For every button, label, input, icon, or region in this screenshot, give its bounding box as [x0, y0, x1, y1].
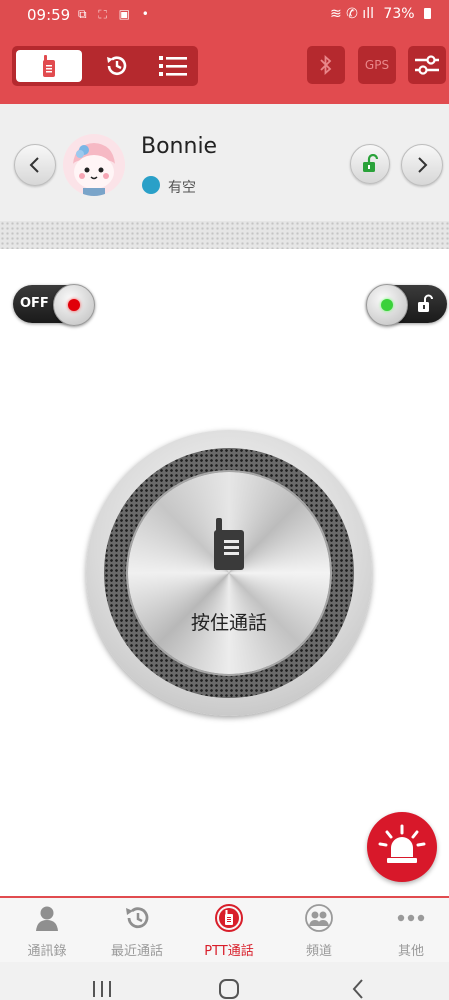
ptt-button-face[interactable]: 按住通話 — [128, 472, 330, 674]
ptt-talk-button[interactable]: 按住通話 — [86, 430, 372, 716]
nav-channel[interactable]: 頻道 — [274, 902, 364, 960]
settings-button[interactable] — [408, 46, 446, 84]
home-icon[interactable] — [218, 978, 240, 1000]
history-icon — [107, 56, 127, 75]
recent-apps-icon[interactable] — [90, 979, 114, 999]
nav-label: 最近通話 — [110, 944, 163, 959]
contact-header: Bonnie 有空 — [0, 104, 449, 221]
next-contact-button[interactable] — [401, 144, 443, 186]
sliders-icon — [415, 55, 439, 75]
gps-label: GPS — [364, 58, 390, 72]
ptt-icon — [215, 904, 243, 932]
nav-ptt[interactable]: PTT通話 — [184, 902, 274, 960]
status-indicator — [142, 176, 160, 194]
list-tab[interactable] — [146, 50, 200, 82]
status-time: 09:59 — [27, 6, 71, 24]
nav-label: 通訊錄 — [27, 944, 67, 959]
mic-toggle-off[interactable]: OFF — [13, 284, 95, 326]
mode-segmented-control — [12, 46, 198, 86]
history-tab[interactable] — [90, 50, 144, 82]
ptt-label: 按住通話 — [190, 612, 267, 634]
toggle-off-label: OFF — [20, 296, 49, 311]
walkie-talkie-icon — [43, 55, 55, 77]
toggle-knob — [53, 284, 95, 326]
alarm-siren-icon — [378, 824, 426, 863]
avatar-image — [63, 134, 125, 196]
bottom-navigation: 通訊錄 最近通話 PTT通話 頻道 其他 — [0, 896, 449, 964]
unlock-icon — [418, 294, 433, 312]
emergency-alarm-button[interactable] — [367, 812, 437, 882]
walkie-talkie-icon — [214, 518, 244, 570]
bluetooth-button[interactable] — [307, 46, 345, 84]
system-navigation-bar — [0, 962, 449, 1000]
ptt-tab[interactable] — [16, 50, 82, 82]
nav-label: 頻道 — [305, 944, 332, 959]
contact-name: Bonnie — [141, 134, 218, 159]
notification-icons: ⧉ ⛶ ▣ • — [78, 7, 153, 21]
toggle-knob — [366, 284, 408, 326]
list-icon — [159, 56, 187, 76]
status-right: ≋ ✆ ıll 73% — [325, 6, 431, 22]
chevron-left-icon — [29, 157, 39, 173]
avatar — [63, 134, 125, 196]
nav-contacts[interactable]: 通訊錄 — [2, 902, 92, 960]
previous-contact-button[interactable] — [14, 144, 56, 186]
battery-icon — [424, 8, 431, 19]
more-icon — [397, 914, 425, 922]
nav-recent-calls[interactable]: 最近通話 — [92, 902, 182, 960]
contact-status: 有空 — [168, 180, 196, 196]
nav-more[interactable]: 其他 — [366, 902, 449, 960]
status-bar: 09:59 ⧉ ⛶ ▣ • ≋ ✆ ıll 73% — [0, 0, 449, 30]
gps-button[interactable]: GPS — [358, 46, 396, 84]
lock-button[interactable] — [350, 144, 390, 184]
unlock-icon — [363, 154, 379, 172]
channel-icon — [305, 904, 333, 932]
divider-band — [0, 221, 449, 249]
green-indicator-icon — [381, 299, 393, 311]
top-toolbar: GPS — [0, 30, 449, 104]
signal-icons: ≋ ✆ ıll — [329, 6, 374, 22]
chevron-right-icon — [418, 157, 428, 173]
bluetooth-icon — [320, 54, 332, 76]
lock-toggle[interactable] — [366, 284, 447, 326]
recent-calls-icon — [126, 907, 149, 929]
battery-level: 73% — [383, 6, 415, 22]
red-indicator-icon — [68, 299, 80, 311]
nav-label: PTT通話 — [204, 944, 254, 959]
back-icon[interactable] — [350, 978, 366, 1000]
nav-label: 其他 — [397, 944, 424, 959]
contacts-icon — [36, 906, 58, 931]
